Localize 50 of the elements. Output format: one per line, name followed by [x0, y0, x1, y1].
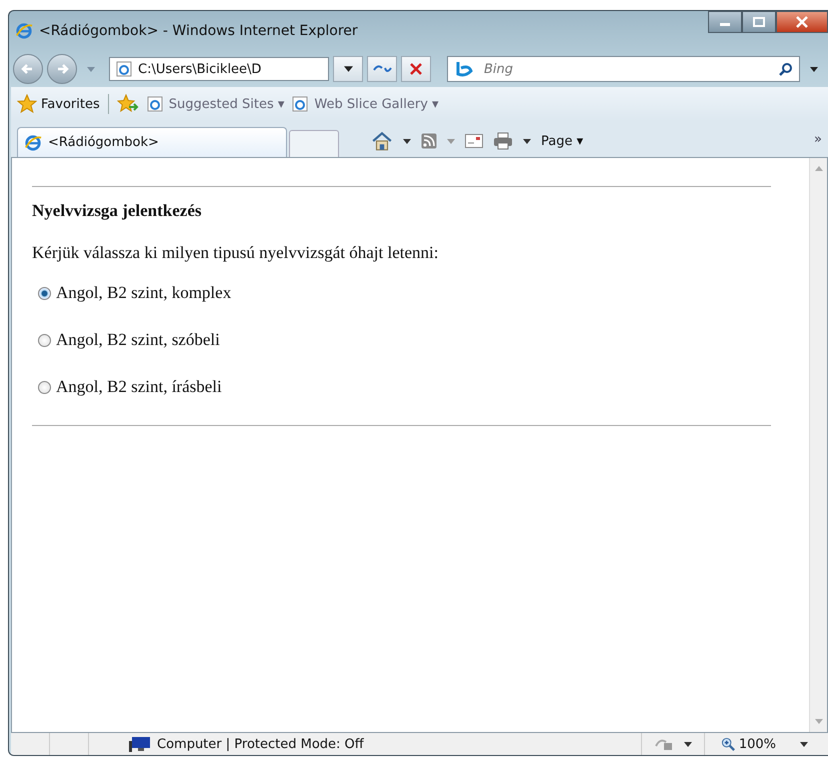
- page-heading: Nyelvvizsga jelentkezés: [32, 201, 202, 221]
- browser-tab[interactable]: <Rádiógombok>: [17, 127, 287, 157]
- radio-label[interactable]: Angol, B2 szint, szóbeli: [56, 330, 220, 350]
- search-icon[interactable]: [779, 62, 793, 76]
- caret-icon[interactable]: [800, 742, 808, 746]
- radio-button[interactable]: [38, 334, 51, 346]
- home-icon[interactable]: [371, 130, 393, 152]
- caret-icon: [344, 66, 352, 72]
- page-icon: [116, 61, 132, 77]
- radio-label[interactable]: Angol, B2 szint, írásbeli: [56, 377, 222, 397]
- page-icon: [146, 96, 163, 112]
- favorites-link[interactable]: Web Slice Gallery ▾: [292, 96, 439, 112]
- printer-icon[interactable]: [493, 132, 513, 150]
- stop-icon: [409, 62, 423, 76]
- security-zone-status[interactable]: Computer | Protected Mode: Off: [89, 736, 364, 752]
- caret-icon[interactable]: [403, 138, 411, 144]
- window-title: <Rádiógombok> - Windows Internet Explorer: [39, 23, 358, 39]
- refresh-button[interactable]: [367, 56, 397, 82]
- favorites-link[interactable]: Suggested Sites ▾: [146, 96, 284, 112]
- forward-button[interactable]: [47, 54, 77, 84]
- radio-button[interactable]: [38, 380, 51, 394]
- instruction-text: Kérjük válassza ki milyen tipusú nyelvvizsgát óhajt letenni:: [32, 243, 440, 263]
- mail-icon[interactable]: [465, 134, 483, 148]
- minimize-button[interactable]: [708, 11, 742, 33]
- caret-icon[interactable]: [523, 138, 531, 144]
- search-field[interactable]: Bing: [447, 56, 800, 82]
- dropdown-button[interactable]: [333, 56, 363, 82]
- add-favorite-icon[interactable]: [116, 94, 139, 114]
- favorites-button[interactable]: Favorites: [17, 94, 100, 114]
- radio-label[interactable]: Angol, B2 szint, komplex: [56, 283, 232, 303]
- close-icon: [795, 16, 809, 28]
- browser-logo-icon: [15, 22, 33, 40]
- zoom-icon: [720, 736, 736, 752]
- overflow-button[interactable]: »: [814, 132, 822, 146]
- page-menu-button[interactable]: Page ▾: [541, 134, 584, 148]
- maximize-icon: [752, 17, 766, 27]
- star-icon: [17, 94, 37, 114]
- zoom-button[interactable]: 100%: [704, 736, 786, 752]
- radio-button[interactable]: [38, 286, 51, 300]
- back-button[interactable]: [13, 54, 43, 84]
- address-field[interactable]: C:\Users\Biciklee\D: [109, 57, 329, 81]
- caret-icon[interactable]: [684, 742, 692, 746]
- page-icon: [292, 96, 308, 112]
- caret-icon[interactable]: [810, 66, 818, 72]
- close-button[interactable]: [776, 11, 828, 33]
- feed-icon[interactable]: [421, 133, 437, 149]
- browser-logo-icon: [24, 134, 42, 152]
- stop-button[interactable]: [401, 56, 431, 82]
- maximize-button[interactable]: [742, 11, 776, 33]
- computer-icon: [129, 736, 151, 752]
